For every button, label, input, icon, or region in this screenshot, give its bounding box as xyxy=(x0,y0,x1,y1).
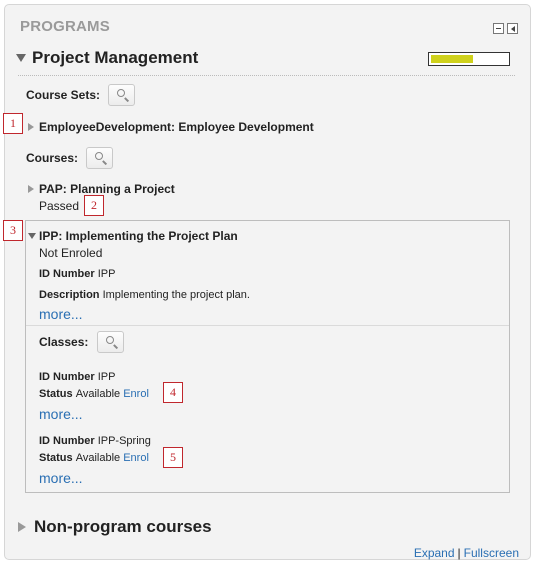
course-status-row: Not Enroled xyxy=(39,246,102,260)
expanded-triangle-icon[interactable] xyxy=(28,233,36,239)
course-more-row: more... xyxy=(39,306,83,322)
program-progress-bar xyxy=(428,52,510,66)
block-controls xyxy=(493,23,518,34)
class-more-row: more... xyxy=(39,406,83,422)
course-sets-label: Course Sets: xyxy=(26,88,101,102)
expand-link[interactable]: Expand xyxy=(414,546,455,560)
course-status-row: Passed xyxy=(39,199,79,213)
classes-label: Classes: xyxy=(39,335,89,349)
class-status-row: Status Available Enrol xyxy=(39,452,149,464)
status-label: Status xyxy=(39,452,73,464)
search-icon xyxy=(106,336,115,344)
fullscreen-link[interactable]: Fullscreen xyxy=(464,546,519,560)
marker-4: 4 xyxy=(163,382,183,403)
status-value: Available xyxy=(75,452,121,464)
enrol-link[interactable]: Enrol xyxy=(123,452,149,464)
collapsed-triangle-icon[interactable] xyxy=(28,185,34,193)
id-label: ID Number xyxy=(39,268,95,280)
marker-5: 5 xyxy=(163,447,183,468)
status-value: Available xyxy=(75,388,121,400)
more-link[interactable]: more... xyxy=(39,406,83,422)
non-program-header[interactable]: Non-program courses xyxy=(18,517,212,537)
classes-search-button[interactable] xyxy=(97,331,125,353)
course-sets-row: Course Sets: xyxy=(26,84,136,106)
course-status: Passed xyxy=(39,199,80,213)
progress-fill xyxy=(431,55,473,63)
enrol-link[interactable]: Enrol xyxy=(123,388,149,400)
collapsed-triangle-icon[interactable] xyxy=(28,123,34,131)
courses-row: Courses: xyxy=(26,147,114,169)
marker-1: 1 xyxy=(3,113,23,134)
marker-2: 2 xyxy=(84,195,104,216)
dock-icon[interactable] xyxy=(507,23,518,34)
marker-3: 3 xyxy=(3,220,23,241)
course-sets-search-button[interactable] xyxy=(108,84,136,106)
footer-links: Expand | Fullscreen xyxy=(414,546,519,560)
course-set-item[interactable]: EmployeeDevelopment: Employee Developmen… xyxy=(28,120,314,134)
course-title[interactable]: PAP: Planning a Project xyxy=(39,182,175,196)
description-value: Implementing the project plan. xyxy=(102,289,250,301)
collapsed-triangle-icon[interactable] xyxy=(18,522,26,532)
id-label: ID Number xyxy=(39,435,95,447)
course-item-ipp[interactable]: IPP: Implementing the Project Plan xyxy=(28,229,238,243)
course-id-row: ID Number IPP xyxy=(39,268,115,280)
id-value: IPP xyxy=(97,268,116,280)
course-title[interactable]: IPP: Implementing the Project Plan xyxy=(39,229,238,243)
non-program-title[interactable]: Non-program courses xyxy=(34,517,212,537)
class-more-row: more... xyxy=(39,470,83,486)
course-item-pap[interactable]: PAP: Planning a Project xyxy=(28,182,175,196)
courses-label: Courses: xyxy=(26,151,79,165)
class-id-row: ID Number IPP-Spring xyxy=(39,435,151,447)
more-link[interactable]: more... xyxy=(39,470,83,486)
course-description-row: Description Implementing the project pla… xyxy=(39,289,250,301)
program-title[interactable]: Project Management xyxy=(32,48,198,68)
id-value: IPP xyxy=(97,371,116,383)
course-status: Not Enroled xyxy=(39,246,103,260)
id-value: IPP-Spring xyxy=(97,435,151,447)
more-link[interactable]: more... xyxy=(39,306,83,322)
courses-search-button[interactable] xyxy=(86,147,114,169)
classes-row: Classes: xyxy=(39,331,125,353)
class-status-row: Status Available Enrol xyxy=(39,388,149,400)
block-title: PROGRAMS xyxy=(20,18,110,35)
description-label: Description xyxy=(39,289,100,301)
minimize-icon[interactable] xyxy=(493,23,504,34)
footer-separator: | xyxy=(457,546,461,560)
expanded-triangle-icon[interactable] xyxy=(16,54,26,62)
section-divider xyxy=(26,325,509,326)
program-header[interactable]: Project Management xyxy=(16,48,198,68)
search-icon xyxy=(117,89,126,97)
divider xyxy=(18,75,515,76)
search-icon xyxy=(95,152,104,160)
class-id-row: ID Number IPP xyxy=(39,371,115,383)
id-label: ID Number xyxy=(39,371,95,383)
course-set-title[interactable]: EmployeeDevelopment: Employee Developmen… xyxy=(39,120,314,134)
status-label: Status xyxy=(39,388,73,400)
